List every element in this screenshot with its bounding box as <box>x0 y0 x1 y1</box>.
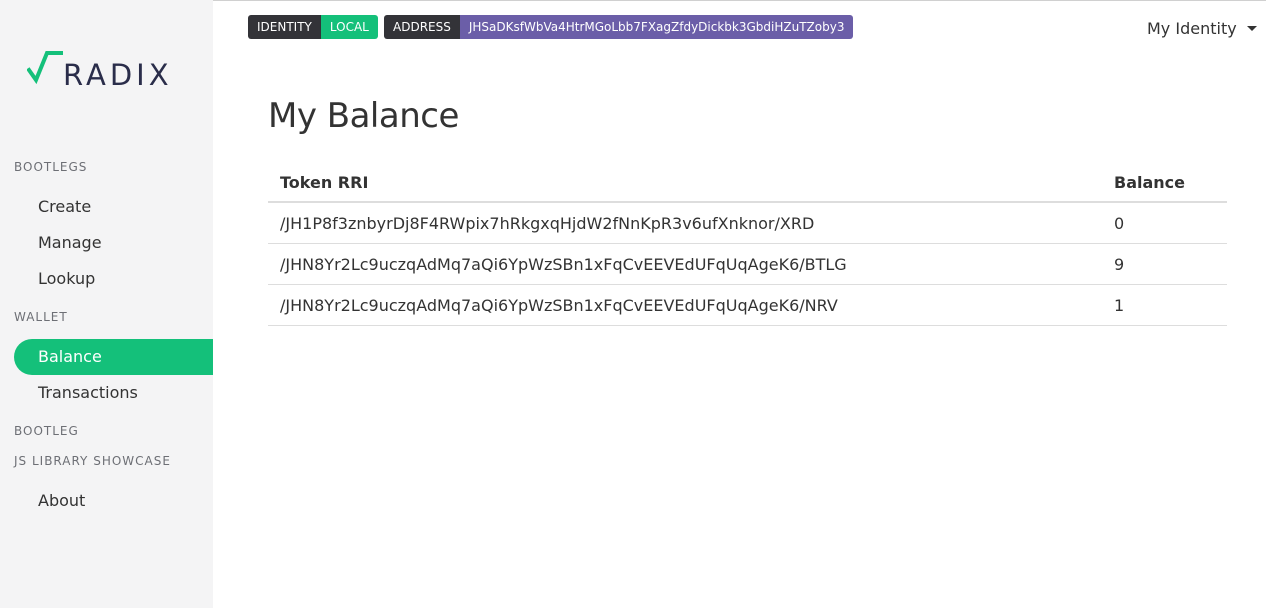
column-header-balance[interactable]: Balance <box>1102 173 1227 192</box>
table-header: Token RRI Balance <box>268 163 1227 203</box>
sidebar-item-about[interactable]: About <box>14 483 213 519</box>
section-title-wallet: WALLET <box>14 310 68 324</box>
token-rri-cell: /JHN8Yr2Lc9uczqAdMq7aQi6YpWzSBn1xFqCvEEV… <box>280 295 838 315</box>
sidebar: RADIX BOOTLEGS Create Manage Lookup WALL… <box>0 0 213 608</box>
sidebar-item-lookup[interactable]: Lookup <box>14 261 213 297</box>
caret-down-icon <box>1246 25 1257 31</box>
balance-cell: 1 <box>1114 295 1125 315</box>
section-title-bootlegs: BOOTLEGS <box>14 160 88 174</box>
sidebar-item-transactions[interactable]: Transactions <box>14 375 213 411</box>
identity-badge: IDENTITY LOCAL <box>248 15 378 39</box>
address-badge-key: ADDRESS <box>384 15 460 39</box>
balance-table: Token RRI Balance /JH1P8f3znbyrDj8F4RWpi… <box>268 163 1227 326</box>
address-badge-value[interactable]: JHSaDKsfWbVa4HtrMGoLbb7FXagZfdyDickbk3Gb… <box>459 15 854 39</box>
logo-text: RADIX <box>63 58 173 92</box>
address-badge: ADDRESS JHSaDKsfWbVa4HtrMGoLbb7FXagZfdyD… <box>384 15 854 39</box>
sidebar-item-create[interactable]: Create <box>14 189 213 225</box>
sidebar-item-balance[interactable]: Balance <box>14 339 213 375</box>
identity-badge-value: LOCAL <box>320 15 378 39</box>
token-rri-cell: /JH1P8f3znbyrDj8F4RWpix7hRkgxqHjdW2fNnKp… <box>280 213 815 233</box>
balance-cell: 0 <box>1114 213 1125 233</box>
section-title-bootleg: BOOTLEG <box>14 424 79 438</box>
token-rri-cell: /JHN8Yr2Lc9uczqAdMq7aQi6YpWzSBn1xFqCvEEV… <box>280 254 847 274</box>
section-title-js-library-showcase: JS LIBRARY SHOWCASE <box>14 454 171 468</box>
identity-dropdown-label: My Identity <box>1147 18 1237 38</box>
table-row: /JHN8Yr2Lc9uczqAdMq7aQi6YpWzSBn1xFqCvEEV… <box>268 244 1227 285</box>
column-header-token-rri[interactable]: Token RRI <box>268 173 1102 192</box>
app-window: RADIX BOOTLEGS Create Manage Lookup WALL… <box>0 0 1266 608</box>
radix-check-icon <box>27 51 63 85</box>
sidebar-item-manage[interactable]: Manage <box>14 225 213 261</box>
identity-dropdown[interactable]: My Identity <box>1147 17 1257 39</box>
table-row: /JHN8Yr2Lc9uczqAdMq7aQi6YpWzSBn1xFqCvEEV… <box>268 285 1227 326</box>
page-title: My Balance <box>268 96 459 136</box>
identity-badge-key: IDENTITY <box>248 15 321 39</box>
table-row: /JH1P8f3znbyrDj8F4RWpix7hRkgxqHjdW2fNnKp… <box>268 203 1227 244</box>
radix-logo[interactable]: RADIX <box>27 50 187 94</box>
balance-cell: 9 <box>1114 254 1125 274</box>
